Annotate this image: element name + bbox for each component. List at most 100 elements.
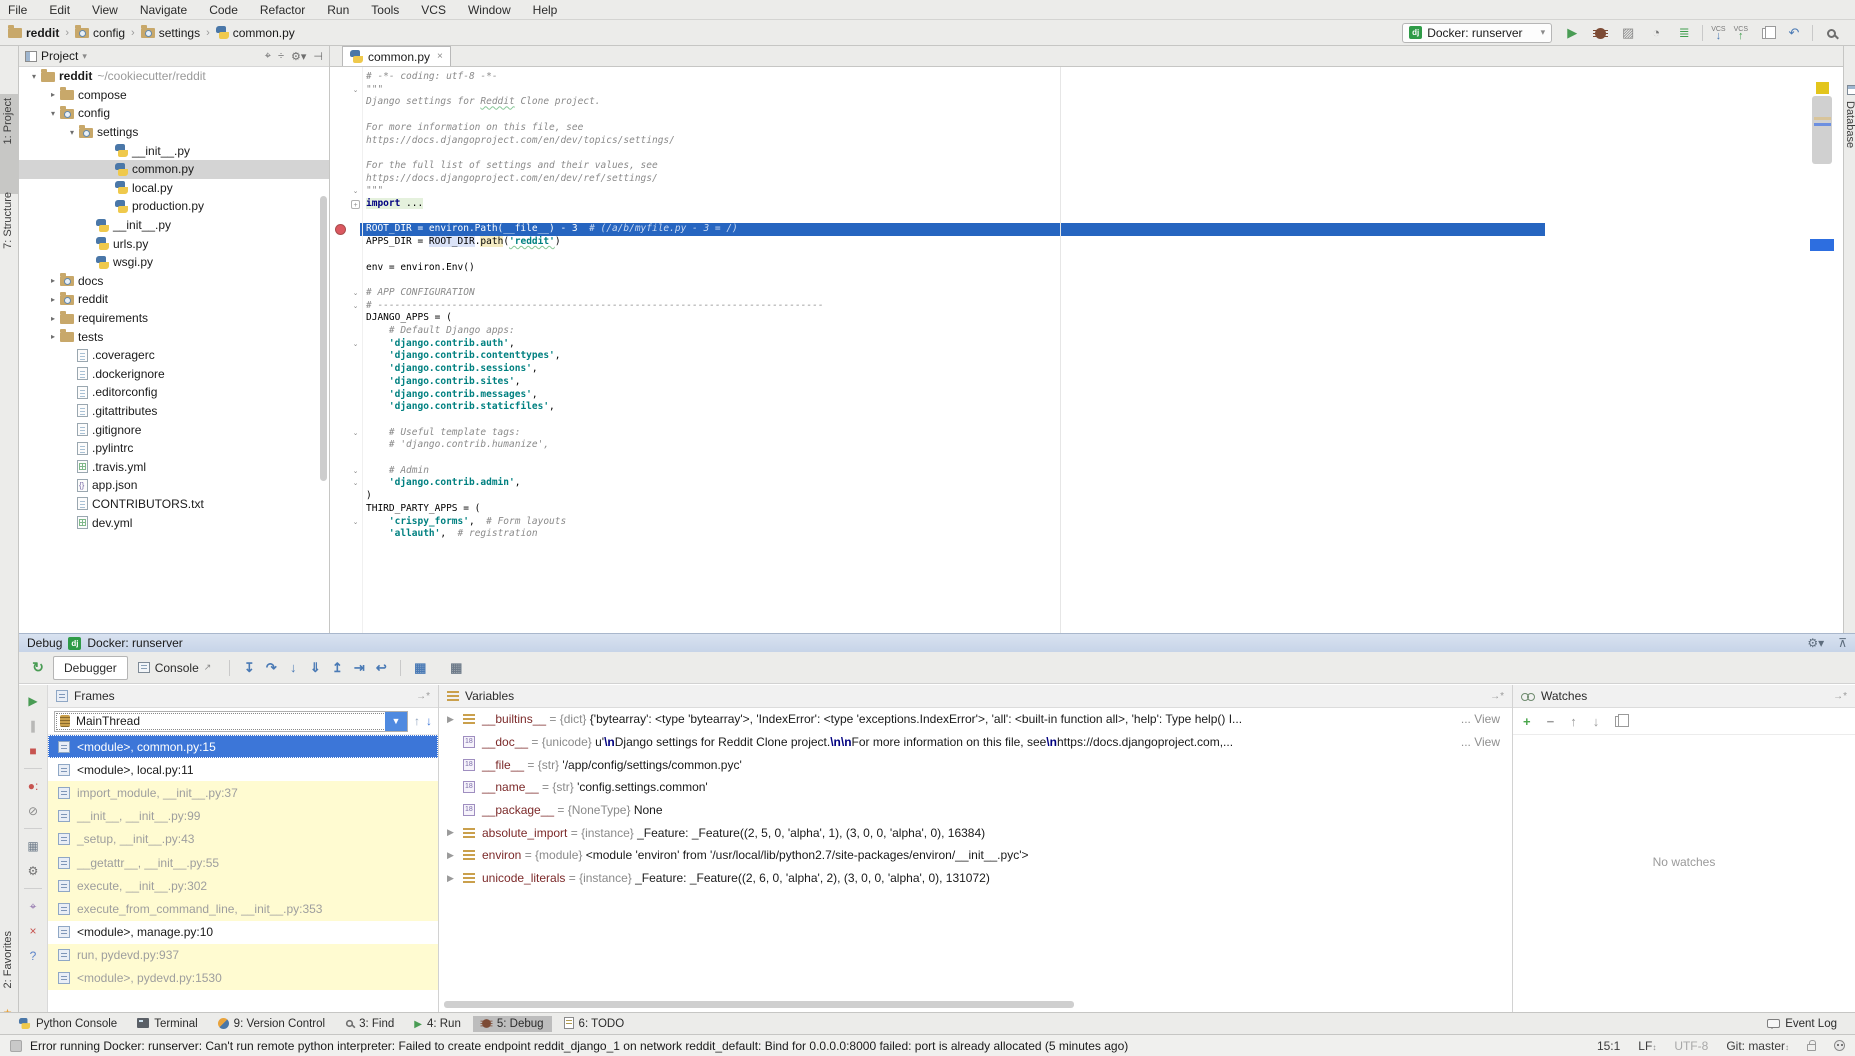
tree-item-config[interactable]: ▾ config [19,104,329,123]
step-into-button[interactable]: ↓ [282,660,304,675]
move-down-button[interactable]: ↓ [1593,714,1600,729]
editor-tab-common-py[interactable]: common.py × [342,46,451,66]
stripe-tab-favorites[interactable]: 2: Favorites [2,931,14,988]
fold-marker[interactable]: ⌄ [351,187,360,196]
breadcrumb-item[interactable]: common.py [216,26,295,40]
tree-item--dockerignore[interactable]: .dockerignore [19,365,329,384]
error-stripe-warning-mark[interactable] [1816,82,1829,94]
fold-marker[interactable]: ⌄ [351,86,360,95]
chevron-down-icon[interactable]: ▾ [82,51,87,62]
toolwindow-button-terminal[interactable]: Terminal [129,1016,205,1032]
hide-panel-icon[interactable]: ⊣ [313,50,323,63]
fold-marker[interactable]: ⌄ [351,518,360,527]
view-link[interactable]: ... View [1461,735,1500,749]
chevron-collapsed-icon[interactable]: ▸ [46,332,60,341]
fold-marker[interactable]: ⌄ [351,289,360,298]
chevron-collapsed-icon[interactable]: ▸ [46,295,60,304]
concurrency-button[interactable]: ≣ [1674,25,1694,41]
show-execution-point-button[interactable]: ↧ [238,660,260,676]
stripe-tab-database[interactable]: Database [1844,101,1855,148]
frame-row[interactable]: _setup, __init__.py:43 [48,828,438,851]
vcs-update-button[interactable]: VCS↓ [1711,26,1725,40]
tree-item--editorconfig[interactable]: .editorconfig [19,383,329,402]
project-scrollbar[interactable] [320,196,327,481]
settings-button[interactable]: ⚙ [24,863,42,879]
thread-selector[interactable]: MainThread ▼ [54,711,408,732]
tree-item--pylintrc[interactable]: .pylintrc [19,439,329,458]
layout-settings-button[interactable]: ▦ [445,660,467,676]
variable-row-environ[interactable]: ▶ environ = {module} <module 'environ' f… [439,844,1512,867]
copy-button[interactable] [1615,716,1624,727]
view-link[interactable]: ... View [1461,712,1500,726]
force-step-into-button[interactable]: ⇓ [304,660,326,676]
fold-marker[interactable]: + [351,200,360,209]
tree-item-local-py[interactable]: local.py [19,179,329,198]
move-up-button[interactable]: ↑ [1570,714,1577,729]
frame-row[interactable]: <module>, manage.py:10 [48,921,438,944]
menu-item-help[interactable]: Help [533,3,558,17]
help-button[interactable]: ? [24,948,42,964]
chevron-collapsed-icon[interactable]: ▸ [46,90,60,99]
resume-button[interactable]: ▶ [24,693,42,709]
close-tab-icon[interactable]: × [437,51,443,62]
tree-item--coveragerc[interactable]: .coveragerc [19,346,329,365]
variable-row-doc[interactable]: __doc__ = {unicode} u'\nDjango settings … [439,731,1512,754]
evaluate-expression-button[interactable]: ▦ [409,660,431,676]
mute-breakpoints-button[interactable]: ⊘ [24,803,42,819]
tab-console[interactable]: Console↗ [128,656,222,680]
run-configuration-select[interactable]: dj Docker: runserver ▾ [1402,23,1552,43]
tree-item-settings[interactable]: ▾ settings [19,123,329,142]
menu-item-edit[interactable]: Edit [49,3,70,17]
chevron-expanded-icon[interactable]: ▾ [27,72,41,81]
vcs-commit-button[interactable]: VCS↑ [1734,26,1748,40]
menu-item-run[interactable]: Run [327,3,349,17]
fold-marker[interactable]: ⌄ [351,467,360,476]
variable-row-absoluteimport[interactable]: ▶ absolute_import = {instance} _Feature:… [439,821,1512,844]
tab-debugger[interactable]: Debugger [53,656,128,680]
rerun-button[interactable]: ↻ [23,659,53,676]
expand-icon[interactable]: ▶ [447,714,463,725]
expand-icon[interactable]: ▶ [447,873,463,884]
variable-row-package[interactable]: __package__ = {NoneType} None [439,799,1512,822]
hide-icon[interactable]: ⊼ [1838,636,1847,650]
tree-item-tests[interactable]: ▸ tests [19,327,329,346]
frame-row[interactable]: __init__, __init__.py:99 [48,805,438,828]
pin-button[interactable]: ⌖ [24,898,42,914]
tree-item--gitignore[interactable]: .gitignore [19,420,329,439]
variable-row-file[interactable]: __file__ = {str} '/app/config/settings/c… [439,753,1512,776]
expand-icon[interactable]: ▶ [447,827,463,838]
toolwindow-button-4--run[interactable]: ▶4: Run [406,1016,469,1032]
step-over-button[interactable]: ↷ [260,660,282,676]
fold-marker[interactable]: ⌄ [351,340,360,349]
tree-item-requirements[interactable]: ▸ requirements [19,309,329,328]
frame-row[interactable]: execute_from_command_line, __init__.py:3… [48,897,438,920]
settings-icon[interactable]: ⚙▾ [1807,636,1824,650]
tree-item-production-py[interactable]: production.py [19,197,329,216]
stripe-tab-structure[interactable]: 7: Structure [2,192,14,249]
locate-icon[interactable]: ⌖ [265,50,271,63]
frame-row[interactable]: <module>, local.py:11 [48,758,438,781]
pause-button[interactable]: ∥ [24,718,42,734]
tree-item---init---py[interactable]: __init__.py [19,141,329,160]
variable-row-name[interactable]: __name__ = {str} 'config.settings.common… [439,776,1512,799]
chevron-expanded-icon[interactable]: ▾ [46,109,60,118]
tree-item-common-py[interactable]: common.py [19,160,329,179]
menu-item-tools[interactable]: Tools [371,3,399,17]
search-everywhere-button[interactable] [1821,25,1841,40]
variable-row-unicodeliterals[interactable]: ▶ unicode_literals = {instance} _Feature… [439,867,1512,890]
tree-item-urls-py[interactable]: urls.py [19,234,329,253]
coverage-button[interactable]: ▨ [1618,25,1638,41]
menu-item-window[interactable]: Window [468,3,511,17]
hide-panel-icon[interactable]: →* [416,691,430,702]
frame-row[interactable]: <module>, pydevd.py:1530 [48,967,438,990]
vcs-branch-widget[interactable]: Git: master↕ [1726,1039,1789,1053]
line-separator-widget[interactable]: LF↕ [1638,1039,1656,1053]
breadcrumb-item[interactable]: reddit [8,26,59,40]
editor-code-area[interactable]: # -*- coding: utf-8 -*-⌄"""Django settin… [330,67,1843,633]
debug-button[interactable] [1590,25,1610,40]
close-button[interactable]: × [24,923,42,939]
drop-frame-button[interactable]: ↩ [370,660,392,676]
tree-item-wsgi-py[interactable]: wsgi.py [19,253,329,272]
tree-item--travis-yml[interactable]: .travis.yml [19,457,329,476]
toolwindow-button-3--find[interactable]: 3: Find [337,1016,402,1032]
